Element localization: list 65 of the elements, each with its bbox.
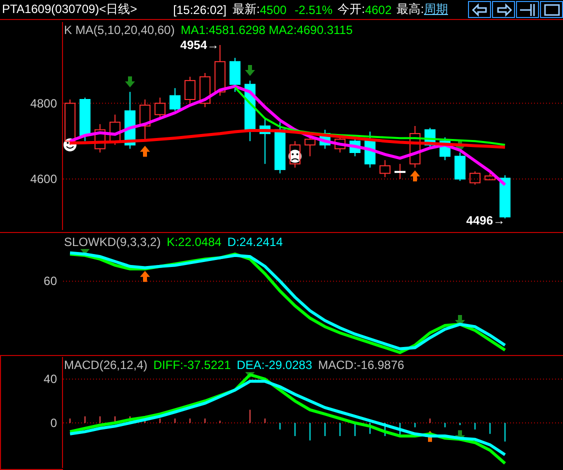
legend-text: MACD:-16.9876	[318, 358, 404, 372]
candlestick	[470, 170, 480, 186]
candlestick	[200, 72, 210, 108]
legend-text: MA1:4581.6298 MA2:4690.3115	[180, 23, 353, 37]
candlestick	[260, 118, 270, 164]
maximize-button[interactable]	[540, 1, 563, 18]
quote-value: -2.51%	[294, 2, 333, 16]
chart-title: PTA1609(030709)<日线>	[2, 1, 138, 18]
next-button[interactable]	[492, 1, 515, 18]
maximize-icon	[544, 4, 560, 16]
candlestick	[364, 131, 376, 168]
candlestick	[154, 97, 166, 119]
legend-text: K MA(5,10,20,40,60)	[64, 23, 175, 37]
axis-tick-label: 4600	[30, 172, 57, 186]
candlestick	[320, 129, 330, 150]
axis-tick-label: 0	[50, 416, 57, 430]
quote-label: 今开:	[338, 1, 365, 18]
candlestick	[380, 160, 390, 178]
previous-button[interactable]	[468, 1, 491, 18]
candlestick	[274, 122, 286, 174]
candlestick	[484, 172, 496, 180]
candlestick	[170, 88, 180, 112]
price-label: 4496→	[466, 213, 505, 228]
legend-text: D:24.2414	[227, 235, 283, 249]
legend-text: MACD(26,12,4)	[64, 358, 148, 372]
candlestick	[110, 114, 120, 146]
split-view-button[interactable]	[516, 1, 539, 18]
candlestick	[214, 44, 226, 96]
legend-text: SLOWKD(9,3,3,2)	[64, 235, 161, 249]
candlestick	[454, 152, 466, 182]
candlestick	[184, 76, 196, 104]
arrow-down-icon	[245, 65, 255, 76]
candlestick	[230, 57, 240, 92]
legend-text: K:22.0484	[166, 235, 222, 249]
arrow-up-icon	[410, 170, 420, 182]
time-label: [15:26:02]	[173, 2, 227, 16]
sad-face-icon	[288, 150, 302, 163]
quote-value: 4602	[364, 2, 392, 16]
arrow-up-icon	[140, 146, 150, 157]
candlestick	[394, 163, 406, 180]
candlestick	[94, 124, 106, 153]
arrow-right-icon	[496, 2, 512, 16]
arrow-up-icon	[140, 270, 150, 282]
smiley-face-icon	[64, 138, 76, 152]
legend-text: DEA:-29.0283	[236, 358, 312, 372]
candlestick	[64, 99, 76, 146]
candlestick	[410, 126, 420, 168]
axis-tick-label: 4800	[30, 96, 57, 110]
quote-label: 最新:	[232, 1, 260, 18]
period-link[interactable]: 周期	[424, 1, 448, 18]
quote-value: 4500	[260, 2, 287, 16]
candlestick	[290, 140, 300, 168]
candlestick	[440, 136, 450, 161]
arrow-down-icon	[455, 140, 465, 152]
quote-label: 最高:	[396, 1, 424, 18]
arrow-left-icon	[471, 2, 486, 16]
axis-tick-label: 40	[44, 372, 57, 386]
candlestick	[124, 91, 136, 150]
split-icon	[518, 2, 534, 16]
legend-text: DIFF:-37.5221	[153, 358, 231, 372]
axis-tick-label: 60	[44, 274, 57, 288]
arrow-down-icon	[125, 76, 135, 88]
candlestick	[140, 99, 150, 142]
candlestick	[80, 97, 90, 142]
price-label: 4954→	[180, 38, 219, 52]
